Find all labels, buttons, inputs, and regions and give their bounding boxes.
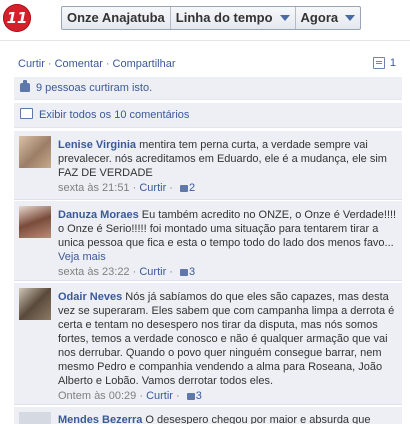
comment-time[interactable]: sexta às 23:22 <box>58 266 130 278</box>
comment-body: Mendes Bezerra O desespero chegou por ma… <box>58 413 398 424</box>
comment-author[interactable]: Mendes Bezerra <box>58 414 142 424</box>
comment-count[interactable]: 1 <box>372 57 396 69</box>
comment-text: Nós já sabíamos do que eles são capazes,… <box>58 291 395 387</box>
comments-icon <box>20 108 33 119</box>
timeline-dropdown[interactable]: Linha do tempo <box>171 7 296 29</box>
comment-author[interactable]: Danuza Moraes <box>58 209 139 221</box>
comment-body: Danuza Moraes Eu também acredito no ONZE… <box>58 208 398 279</box>
comment-time[interactable]: Ontem às 00:29 <box>58 390 136 402</box>
comment-item: Odair Neves Nós já sabíamos do que eles … <box>14 283 402 405</box>
thumbs-up-icon <box>180 185 189 192</box>
chevron-down-icon <box>279 15 290 21</box>
comment-item: Mendes Bezerra O desespero chegou por ma… <box>14 407 402 424</box>
post-actions: Curtir · Comentar · Compartilhar <box>18 58 176 70</box>
now-dropdown[interactable]: Agora <box>296 7 361 29</box>
like-link[interactable]: Curtir <box>18 58 45 70</box>
comment-meta: sexta às 23:22 · Curtir · 3 <box>58 266 196 278</box>
chevron-down-icon <box>345 15 356 21</box>
thumbs-up-icon <box>186 393 195 400</box>
avatar[interactable] <box>19 288 51 320</box>
comment-icon <box>372 57 385 69</box>
comment-item: Danuza Moraes Eu também acredito no ONZE… <box>14 201 402 281</box>
comment-text: O desespero chegou por maior e absurda q… <box>142 414 371 424</box>
comment-like-link[interactable]: Curtir <box>139 182 166 194</box>
onze-logo[interactable]: 11 <box>3 4 31 32</box>
avatar[interactable] <box>19 412 51 424</box>
page-header: 11 Onze Anajatuba Linha do tempo Agora <box>0 0 410 41</box>
timeline-navigation: Onze Anajatuba Linha do tempo Agora <box>61 6 362 30</box>
comment-author[interactable]: Odair Neves <box>58 291 122 303</box>
comment-count-value: 1 <box>389 57 396 69</box>
thumbs-up-icon <box>180 269 189 276</box>
likes-text[interactable]: 9 pessoas curtiram isto. <box>36 82 152 94</box>
comment-meta: Ontem às 00:29 · Curtir · 3 <box>58 390 202 402</box>
comment-author[interactable]: Lenise Virginia <box>58 139 136 151</box>
avatar[interactable] <box>19 136 51 168</box>
comment-like-link[interactable]: Curtir <box>146 390 173 402</box>
view-all-comments-row[interactable]: Exibir todos os 10 comentários <box>14 103 402 128</box>
comment-like-count[interactable]: 3 <box>196 390 202 402</box>
see-more-link[interactable]: Veja mais <box>58 251 106 263</box>
likes-row: 9 pessoas curtiram isto. <box>14 77 402 100</box>
comment-item: Lenise Virginia mentira tem perna curta,… <box>14 131 402 200</box>
comment-time[interactable]: sexta às 21:51 <box>58 182 130 194</box>
comment-body: Lenise Virginia mentira tem perna curta,… <box>58 138 398 195</box>
view-all-comments-link[interactable]: Exibir todos os 10 comentários <box>39 109 189 121</box>
comment-like-link[interactable]: Curtir <box>139 266 166 278</box>
comment-like-count[interactable]: 2 <box>189 182 195 194</box>
timeline-label: Linha do tempo <box>175 10 273 25</box>
comment-link[interactable]: Comentar <box>55 58 103 70</box>
comment-body: Odair Neves Nós já sabíamos do que eles … <box>58 290 398 403</box>
share-link[interactable]: Compartilhar <box>113 58 176 70</box>
thumbs-up-icon <box>20 80 30 92</box>
comment-meta: sexta às 21:51 · Curtir · 2 <box>58 182 196 194</box>
avatar[interactable] <box>19 206 51 238</box>
page-name-button[interactable]: Onze Anajatuba <box>62 7 171 29</box>
comment-like-count[interactable]: 3 <box>189 266 195 278</box>
now-label: Agora <box>300 10 339 25</box>
